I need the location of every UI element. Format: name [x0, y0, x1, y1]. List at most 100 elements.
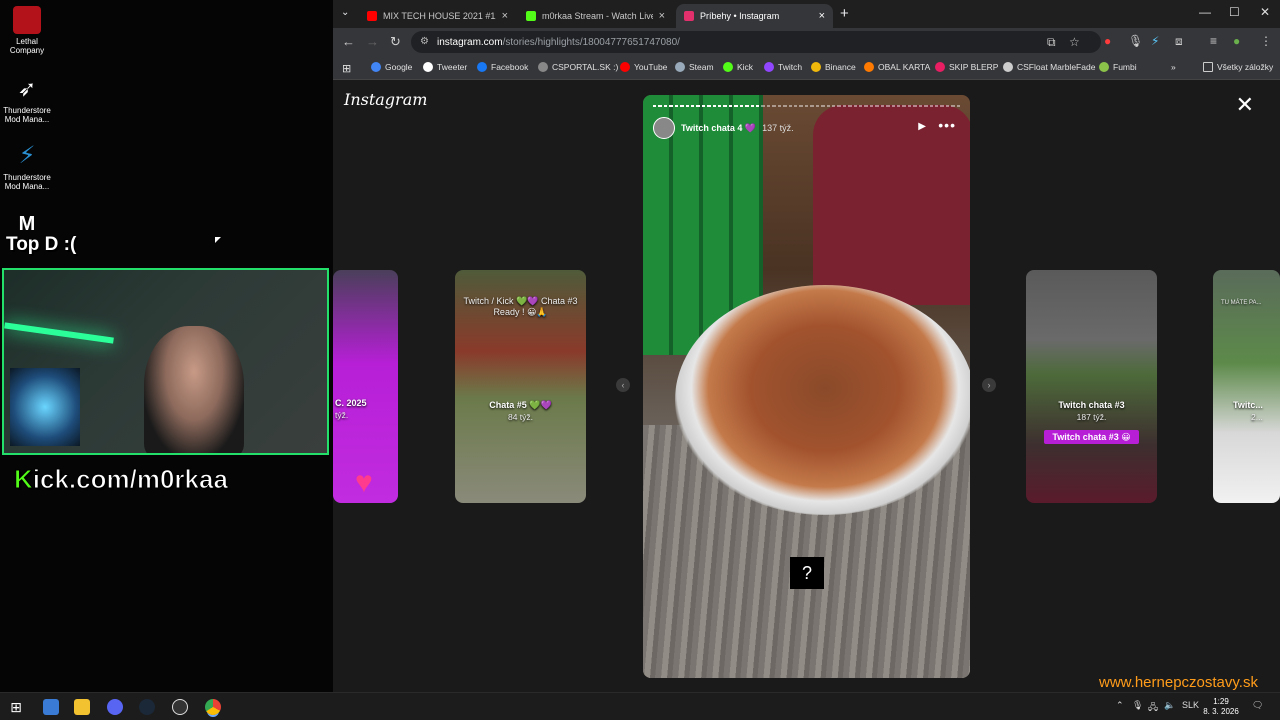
desktop-icon-thunderstore-2[interactable]: ⚡ Thunderstore Mod Mana... [2, 142, 52, 191]
bookmark-csportal[interactable]: CSPORTAL.SK :) [538, 62, 618, 72]
bookmark-tweeter[interactable]: Tweeter [423, 62, 467, 72]
bookmark-twitch[interactable]: Twitch [764, 62, 802, 72]
folder-icon [1203, 62, 1213, 72]
windows-taskbar: ⊞ ⌃ 🎙 🖧 🔈 SLK 1:29 8. 3. 2026 🗨 [0, 692, 1280, 720]
story-card-label: Twitc... [1233, 400, 1263, 410]
tab-instagram[interactable]: Príbehy • Instagram × [676, 4, 833, 28]
desktop-icon-label: Thunderstore Mod Mana... [3, 173, 51, 191]
story-header: Twitch chata 4 💜 137 týž. [653, 117, 960, 139]
site-info-icon[interactable]: ⚙ [420, 36, 429, 47]
youtube-icon [620, 62, 630, 72]
network-icon[interactable]: 🖧 [1148, 700, 1158, 716]
story-card-twitch-chata-3[interactable]: Twitch chata #3 187 týž. Twitch chata #3… [1026, 270, 1157, 503]
previous-story-chevron-icon[interactable]: ‹ [616, 378, 630, 392]
story-card-partial-right[interactable]: TU MÁTE PA... Twitc... 2... [1213, 270, 1280, 503]
close-tab-icon[interactable]: × [819, 10, 825, 22]
obs-icon[interactable] [172, 699, 188, 715]
story-progress-bar [653, 105, 961, 107]
story-card-pill: Twitch chata #3 😀 [1044, 430, 1139, 444]
tray-overflow-chevron-icon[interactable]: ⌃ [1116, 700, 1124, 711]
bookmark-youtube[interactable]: YouTube [620, 62, 667, 72]
microphone-icon[interactable]: 🎙 [1132, 700, 1143, 711]
story-card-chata-5[interactable]: Twitch / Kick 💚💜 Chata #3 Ready ! 😀🙏 Cha… [455, 270, 586, 503]
google-icon [371, 62, 381, 72]
menu-kebab-icon[interactable]: ⋮ [1260, 34, 1272, 48]
back-arrow-icon[interactable]: ← [342, 34, 355, 49]
bookmarks-overflow-icon[interactable]: » [1171, 62, 1176, 72]
windows-start-icon[interactable]: ⊞ [8, 699, 24, 715]
extensions-puzzle-icon[interactable]: ⧈ [1175, 34, 1183, 49]
apps-grid-icon[interactable]: ⊞ [342, 62, 351, 75]
bookmark-csfloat[interactable]: CSFloat MarbleFade [1003, 62, 1095, 72]
chrome-taskbar-icon[interactable] [205, 699, 221, 715]
play-icon[interactable]: ▶ [918, 121, 926, 132]
story-avatar[interactable] [653, 117, 675, 139]
tab-search-chevron-icon[interactable]: ⌄ [341, 7, 349, 18]
csportal-icon [538, 62, 548, 72]
close-stories-icon[interactable]: ✕ [1236, 92, 1254, 118]
extension-record-icon[interactable]: ● [1104, 34, 1111, 48]
clock-time: 1:29 [1213, 697, 1229, 706]
maximize-icon[interactable]: ☐ [1229, 5, 1240, 19]
lethal-company-icon [13, 6, 41, 34]
close-tab-icon[interactable]: × [659, 10, 665, 22]
bookmark-google[interactable]: Google [371, 62, 412, 72]
bookmark-label: Fumbi [1113, 62, 1137, 72]
more-options-icon[interactable]: ••• [938, 117, 956, 133]
desktop-icon-thunderstore-1[interactable]: ➶ Thunderstore Mod Mana... [2, 75, 52, 124]
bookmark-label: Steam [689, 62, 714, 72]
kick-favicon-icon [526, 11, 536, 21]
thunderstore-icon: ➶ [17, 76, 37, 101]
steam-taskbar-icon[interactable] [139, 699, 155, 715]
bookmark-label: Kick [737, 62, 754, 72]
window-close-icon[interactable]: ✕ [1260, 5, 1270, 19]
next-story-chevron-icon[interactable]: › [982, 378, 996, 392]
bookmark-skip-blerp[interactable]: SKIP BLERP [935, 62, 998, 72]
discord-icon[interactable] [107, 699, 123, 715]
media-controls-icon[interactable]: ≡ [1210, 34, 1217, 48]
facebook-icon [477, 62, 487, 72]
story-card-top-text: TU MÁTE PA... [1221, 300, 1262, 306]
desktop-icon-label: Lethal Company [9, 37, 45, 55]
reload-icon[interactable]: ↻ [390, 34, 401, 50]
story-card-time: týž. [335, 410, 349, 420]
tab-kick-stream[interactable]: m0rkaa Stream - Watch Live on... × [518, 4, 673, 28]
notifications-icon[interactable]: 🗨 [1252, 700, 1263, 711]
question-sticker[interactable]: ? [790, 557, 824, 589]
story-card-partial-left[interactable]: C. 2025 týž. ♥ [333, 270, 398, 503]
instagram-logo[interactable]: Instagram [344, 90, 427, 109]
bookmark-facebook[interactable]: Facebook [477, 62, 528, 72]
forward-arrow-icon[interactable]: → [366, 34, 379, 49]
extension-translate-icon[interactable]: ⚡ [1151, 34, 1159, 48]
install-app-icon[interactable]: ⧉ [1047, 35, 1056, 50]
volume-icon[interactable]: 🔈 [1164, 700, 1175, 711]
story-card-label: Twitch chata #3 [1058, 400, 1125, 410]
profile-avatar-icon[interactable]: ● [1233, 34, 1240, 48]
all-bookmarks-folder[interactable]: Všetky záložky [1203, 62, 1273, 72]
bookmark-fumbi[interactable]: Fumbi [1099, 62, 1137, 72]
bookmark-kick[interactable]: Kick [723, 62, 753, 72]
minimize-icon[interactable]: — [1199, 5, 1211, 19]
close-tab-icon[interactable]: × [502, 10, 508, 22]
extension-mic-icon[interactable]: 🎙 [1128, 34, 1143, 48]
tab-title: Príbehy • Instagram [700, 11, 780, 21]
bookmark-label: Tweeter [437, 62, 468, 72]
system-clock[interactable]: 1:29 8. 3. 2026 [1200, 697, 1242, 717]
new-tab-plus-icon[interactable]: + [840, 5, 849, 22]
tab-youtube-mix[interactable]: MIX TECH HOUSE 2021 #12 (Fi... × [359, 4, 516, 28]
story-title[interactable]: Twitch chata 4 💜 [681, 123, 756, 134]
bookmark-obal-karta[interactable]: OBAL KARTA [864, 62, 930, 72]
bookmark-label: Binance [825, 62, 856, 72]
tab-strip: ⌄ MIX TECH HOUSE 2021 #12 (Fi... × m0rka… [333, 0, 1280, 28]
bookmark-steam[interactable]: Steam [675, 62, 714, 72]
active-story[interactable]: Twitch chata 4 💜 137 týž. ▶ ••• ? [643, 95, 970, 678]
address-bar[interactable]: ⚙ instagram.com/stories/highlights/18004… [411, 31, 1101, 53]
bookmark-binance[interactable]: Binance [811, 62, 856, 72]
language-indicator[interactable]: SLK [1182, 700, 1199, 710]
bookmarks-bar: ⊞ Google Tweeter Facebook CSPORTAL.SK :)… [333, 56, 1280, 80]
file-explorer-icon[interactable] [74, 699, 90, 715]
bookmark-star-icon[interactable]: ☆ [1069, 35, 1080, 49]
desktop-icon-lethal-company[interactable]: Lethal Company [2, 6, 52, 55]
taskbar-app-icon[interactable] [43, 699, 59, 715]
rgb-light-strip [4, 322, 114, 344]
